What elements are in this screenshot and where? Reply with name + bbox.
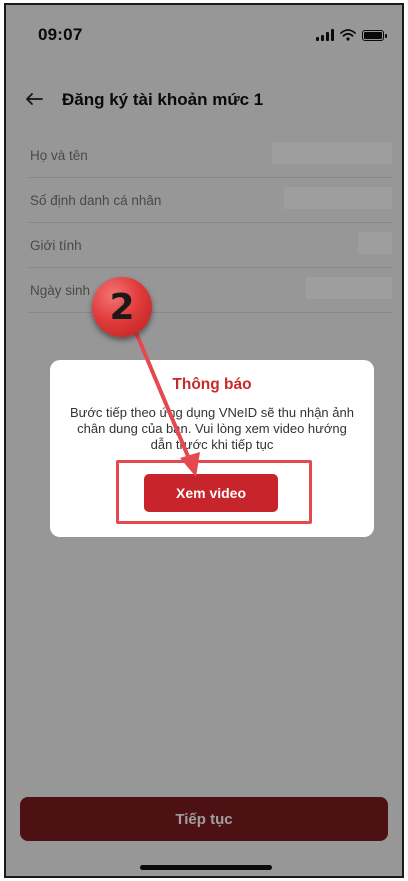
dialog-title: Thông báo	[172, 376, 252, 393]
dialog-message: Bước tiếp theo ứng dụng VNeID sẽ thu nhậ…	[70, 405, 354, 452]
step-number: 2	[109, 286, 135, 328]
highlight-box	[116, 460, 312, 524]
step-badge: 2	[92, 277, 152, 337]
screen: 09:07 Đăng ký tài khoản mức 1 Họ và tên …	[6, 5, 402, 876]
phone-frame: 09:07 Đăng ký tài khoản mức 1 Họ và tên …	[4, 3, 404, 878]
